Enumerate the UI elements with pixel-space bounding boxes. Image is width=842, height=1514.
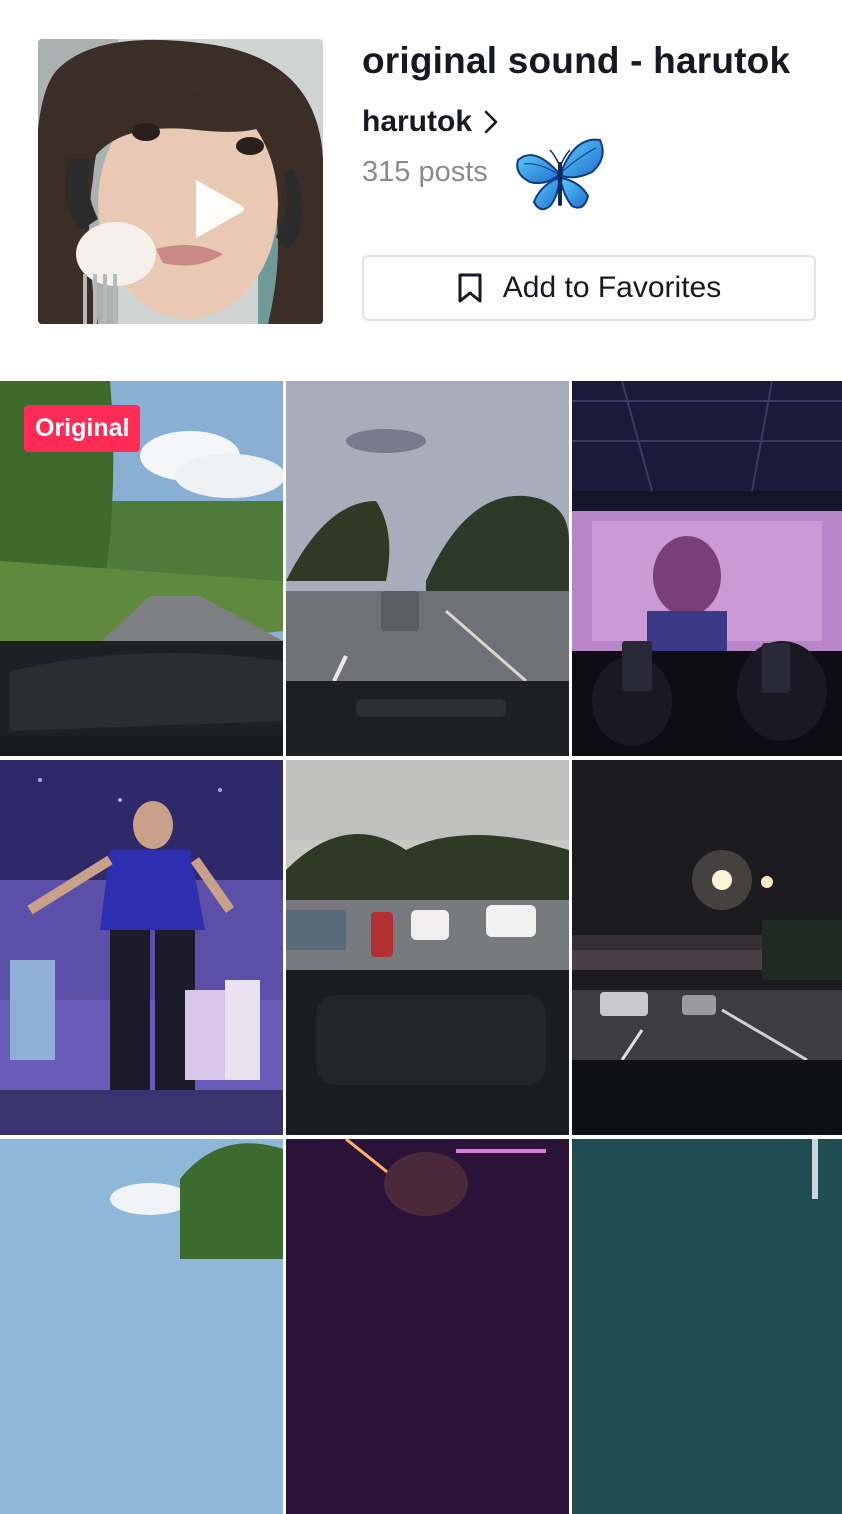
butterfly-icon	[514, 134, 606, 223]
video-thumbnail[interactable]	[572, 760, 842, 1135]
author-name: harutok	[362, 105, 473, 138]
author-link[interactable]: harutok	[362, 102, 498, 142]
original-badge: Original	[24, 405, 141, 452]
chevron-right-icon	[484, 110, 498, 134]
add-to-favorites-button[interactable]: Add to Favorites	[362, 255, 816, 321]
bookmark-icon	[457, 272, 483, 304]
video-thumbnail[interactable]: Original	[0, 381, 283, 756]
video-grid: Original	[0, 381, 842, 1514]
add-to-favorites-label: Add to Favorites	[502, 271, 722, 304]
play-icon[interactable]	[178, 174, 248, 244]
video-thumbnail[interactable]	[572, 1139, 842, 1514]
sound-title: original sound - harutok	[362, 40, 791, 81]
video-thumbnail[interactable]	[0, 1139, 283, 1514]
video-thumbnail[interactable]	[286, 760, 569, 1135]
sound-cover-image[interactable]	[38, 39, 323, 324]
video-thumbnail[interactable]	[572, 381, 842, 756]
video-thumbnail[interactable]	[286, 1139, 569, 1514]
video-thumbnail[interactable]	[0, 760, 283, 1135]
posts-count: 315 posts	[362, 156, 488, 188]
video-thumbnail[interactable]	[286, 381, 569, 756]
